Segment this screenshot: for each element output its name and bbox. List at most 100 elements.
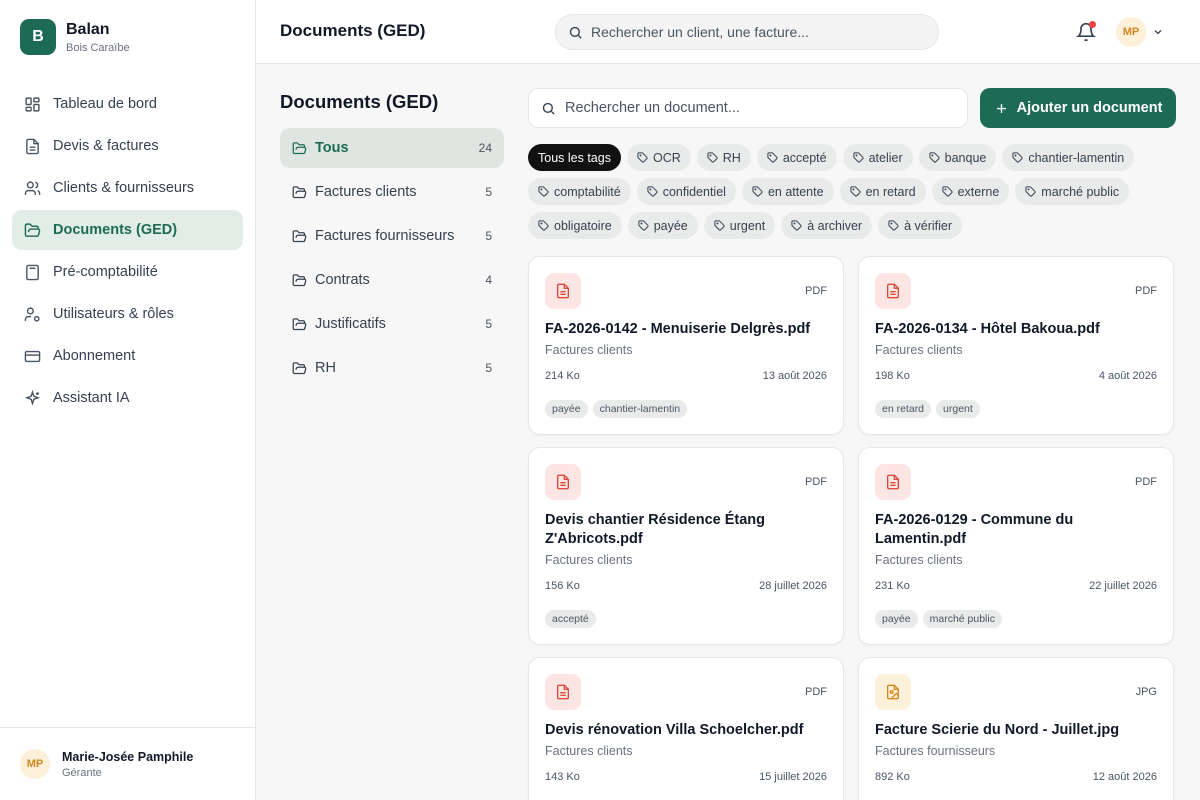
- folders-title: Documents (GED): [280, 91, 439, 112]
- folder-count: 4: [485, 273, 492, 287]
- document-folder: Factures fournisseurs: [875, 744, 996, 758]
- tag-filter-label: marché public: [1041, 184, 1120, 199]
- tag-icon: [637, 152, 648, 163]
- tag-filter[interactable]: chantier-lamentin: [1002, 144, 1135, 171]
- tag-filter[interactable]: marché public: [1015, 178, 1130, 205]
- folder-contracts[interactable]: Contrats 4: [280, 260, 504, 300]
- brand-name: Balan: [66, 20, 110, 38]
- global-search-input[interactable]: [591, 24, 921, 40]
- document-tag: payée: [545, 400, 588, 418]
- sidebar: B Balan Bois Caraïbe Tableau de bord Dev…: [0, 0, 256, 800]
- document-tags: accepté: [545, 610, 596, 628]
- nav-item-subscription[interactable]: Abonnement: [12, 336, 243, 376]
- document-tags: payée marché public: [875, 610, 1002, 628]
- folder-supplier-invoices[interactable]: Factures fournisseurs 5: [280, 216, 504, 256]
- document-card[interactable]: PDF Devis rénovation Villa Schoelcher.pd…: [528, 657, 844, 800]
- document-card[interactable]: JPG Facture Scierie du Nord - Juillet.jp…: [858, 657, 1174, 800]
- document-date: 4 août 2026: [1098, 370, 1157, 382]
- nav-item-label: Abonnement: [53, 348, 136, 364]
- tag-filter[interactable]: en retard: [839, 178, 926, 205]
- tag-filter[interactable]: obligatoire: [528, 212, 622, 239]
- add-document-label: Ajouter un document: [1016, 100, 1163, 116]
- folder-all[interactable]: Tous 24: [280, 128, 504, 168]
- pdf-file-icon: [557, 684, 569, 700]
- plus-icon: [996, 103, 1006, 113]
- tag-filter[interactable]: payée: [627, 212, 698, 239]
- pdf-file-icon: [557, 283, 569, 299]
- pdf-file-icon: [887, 474, 899, 490]
- nav-item-label: Utilisateurs & rôles: [53, 306, 174, 322]
- page-title: Documents (GED): [280, 21, 426, 40]
- tag-filter[interactable]: accepté: [756, 144, 837, 171]
- tag-filter-label: payée: [653, 218, 688, 233]
- tag-filter-all[interactable]: Tous les tags: [528, 144, 621, 171]
- brand-logo: B: [20, 19, 56, 55]
- chevron-down-icon[interactable]: [1152, 26, 1164, 38]
- add-document-button[interactable]: Ajouter un document: [980, 88, 1176, 128]
- document-title: FA-2026-0134 - Hôtel Bakoua.pdf: [875, 321, 1100, 337]
- folder-client-invoices[interactable]: Factures clients 5: [280, 172, 504, 212]
- tag-icon: [714, 220, 725, 231]
- document-tag: payée: [875, 610, 918, 628]
- tag-icon: [942, 186, 953, 197]
- file-icon-container: [545, 464, 581, 500]
- tag-filter[interactable]: atelier: [842, 144, 913, 171]
- tag-filter[interactable]: en attente: [741, 178, 834, 205]
- document-card[interactable]: PDF FA-2026-0142 - Menuiserie Delgrès.pd…: [528, 256, 844, 435]
- tag-filter-label: en retard: [865, 184, 916, 199]
- tag-filter-label: OCR: [652, 150, 681, 165]
- notifications-button[interactable]: [1075, 21, 1097, 42]
- pdf-file-icon: [557, 474, 569, 490]
- nav-item-users-roles[interactable]: Utilisateurs & rôles: [12, 294, 243, 334]
- tag-filter[interactable]: RH: [696, 144, 751, 171]
- folder-open-icon: [292, 317, 307, 330]
- document-search[interactable]: [528, 88, 968, 128]
- document-card[interactable]: PDF Devis chantier Résidence Étang Z'Abr…: [528, 447, 844, 645]
- tag-icon: [853, 152, 864, 163]
- user-cog-icon: [24, 306, 40, 322]
- document-tag: accepté: [545, 610, 596, 628]
- brand[interactable]: B Balan Bois Caraïbe: [20, 19, 130, 55]
- document-size: 156 Ko: [545, 580, 580, 592]
- tag-icon: [752, 186, 763, 197]
- nav-item-dashboard[interactable]: Tableau de bord: [12, 84, 243, 124]
- folder-label: RH: [315, 360, 336, 376]
- credit-card-icon: [24, 350, 41, 362]
- nav-item-clients-suppliers[interactable]: Clients & fournisseurs: [12, 168, 243, 208]
- folder-hr[interactable]: RH 5: [280, 348, 504, 388]
- nav-item-documents[interactable]: Documents (GED): [12, 210, 243, 250]
- user-profile[interactable]: MP Marie-Josée Pamphile Gérante: [0, 727, 255, 800]
- folder-open-icon: [292, 361, 307, 374]
- tag-filter-label: obligatoire: [554, 218, 612, 233]
- tag-filter-label: en attente: [767, 184, 824, 199]
- document-tag: marché public: [922, 610, 1002, 628]
- tag-filter[interactable]: confidentiel: [636, 178, 736, 205]
- nav-item-label: Tableau de bord: [53, 96, 157, 112]
- document-size: 231 Ko: [875, 580, 910, 592]
- document-card[interactable]: PDF FA-2026-0134 - Hôtel Bakoua.pdf Fact…: [858, 256, 1174, 435]
- tag-filter[interactable]: à archiver: [781, 212, 873, 239]
- tag-filter[interactable]: banque: [918, 144, 997, 171]
- folder-receipts[interactable]: Justificatifs 5: [280, 304, 504, 344]
- nav-item-label: Pré-comptabilité: [53, 264, 158, 280]
- document-date: 12 août 2026: [1092, 771, 1157, 783]
- global-search[interactable]: [555, 14, 939, 50]
- top-header: Documents (GED) MP: [256, 0, 1200, 64]
- search-icon: [569, 26, 582, 39]
- nav-item-label: Clients & fournisseurs: [53, 180, 195, 196]
- tag-icon: [538, 186, 549, 197]
- tag-icon: [767, 152, 778, 163]
- tag-filter[interactable]: urgent: [703, 212, 776, 239]
- document-search-input[interactable]: [565, 100, 945, 116]
- nav-item-pre-accounting[interactable]: Pré-comptabilité: [12, 252, 243, 292]
- document-title: Devis chantier Résidence Étang Z'Abricot…: [545, 512, 765, 547]
- tag-filter[interactable]: externe: [931, 178, 1010, 205]
- header-avatar[interactable]: MP: [1116, 17, 1146, 47]
- tag-filter[interactable]: OCR: [626, 144, 691, 171]
- tag-filter[interactable]: à vérifier: [878, 212, 963, 239]
- tag-filter[interactable]: comptabilité: [528, 178, 631, 205]
- nav-item-ai-assistant[interactable]: Assistant IA: [12, 378, 243, 418]
- tag-icon: [1025, 186, 1036, 197]
- nav-item-quotes-invoices[interactable]: Devis & factures: [12, 126, 243, 166]
- document-card[interactable]: PDF FA-2026-0129 - Commune du Lamentin.p…: [858, 447, 1174, 645]
